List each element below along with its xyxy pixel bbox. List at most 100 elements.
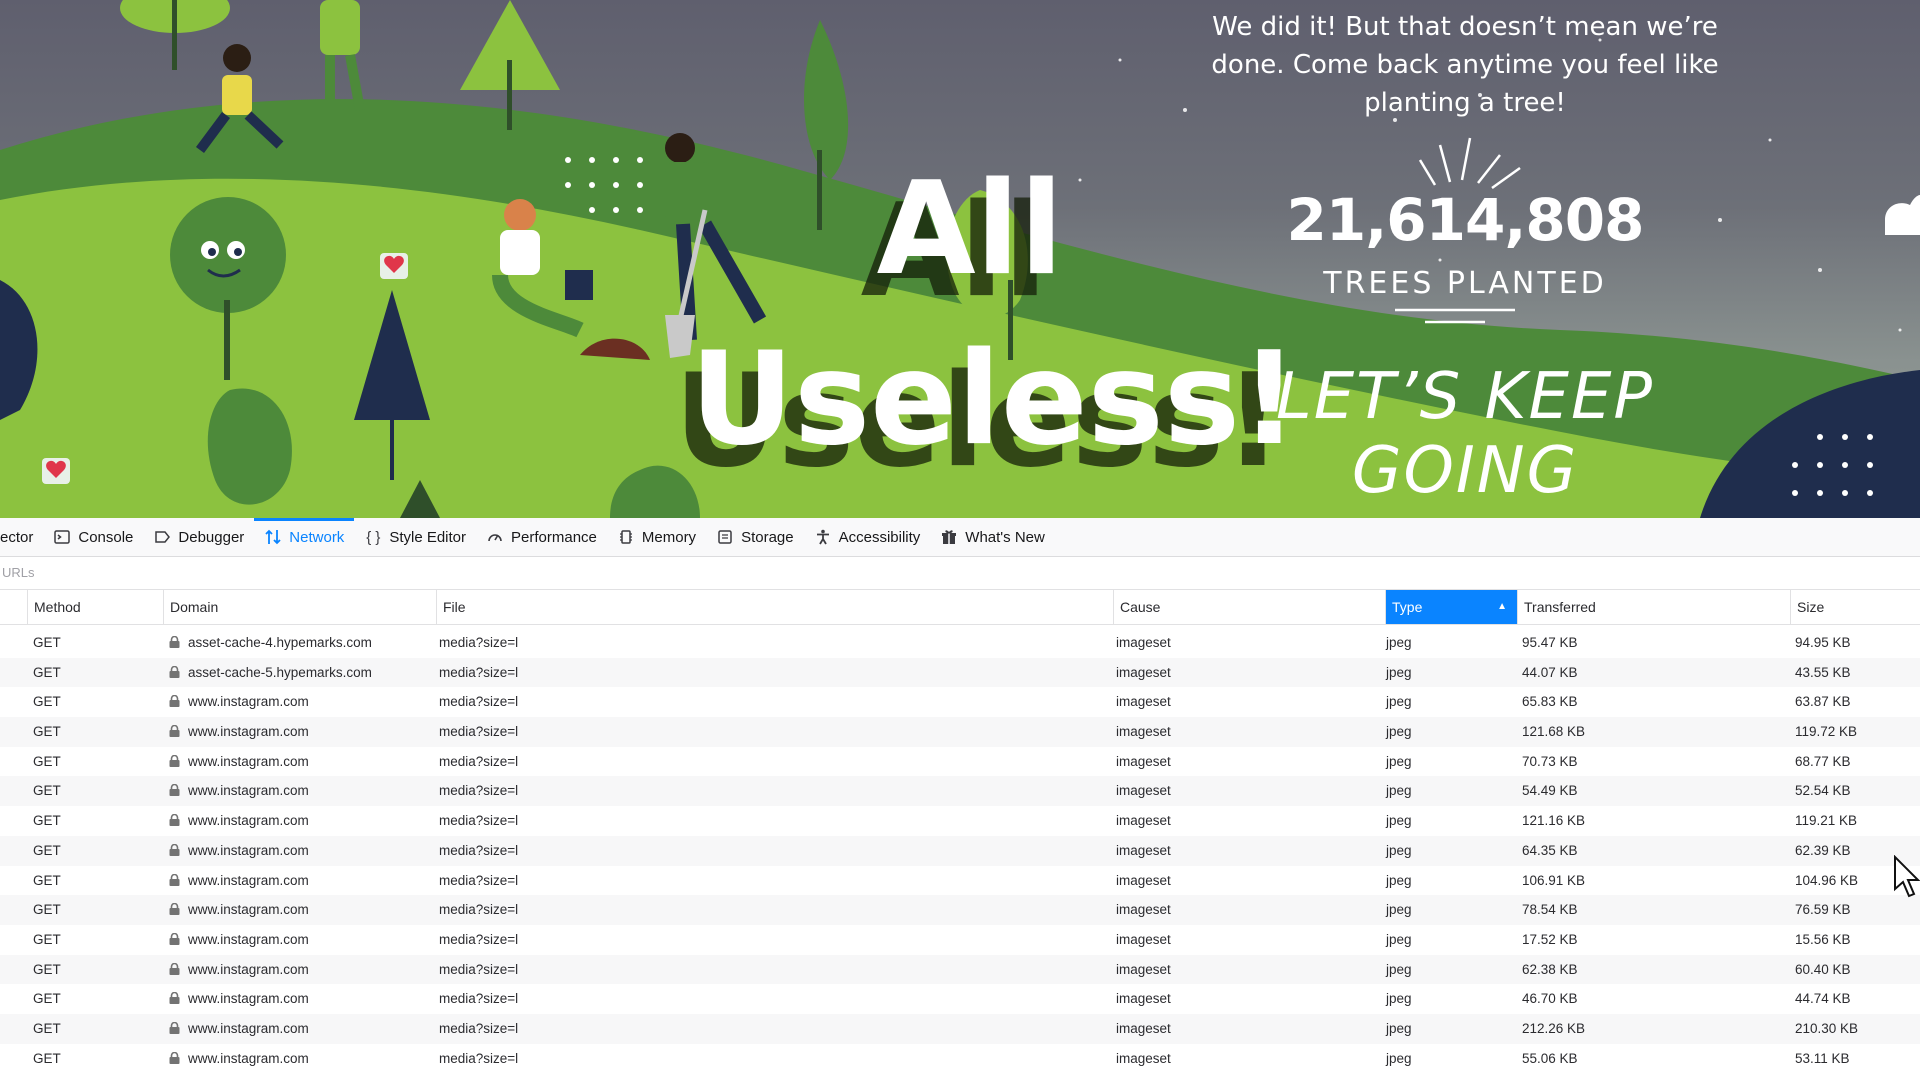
cell-method: GET bbox=[33, 925, 61, 955]
cell-domain-text: www.instagram.com bbox=[188, 961, 309, 977]
gauge-icon bbox=[486, 528, 504, 546]
cell-file-text: media?size=l bbox=[439, 724, 519, 740]
tab-label: Memory bbox=[641, 528, 697, 546]
cell-transferred-text: 70.73 KB bbox=[1522, 753, 1578, 769]
table-row[interactable]: GET www.instagram.com media?size=l imageset… bbox=[0, 717, 1920, 747]
cell-method-text: GET bbox=[33, 991, 61, 1007]
table-row[interactable]: GET www.instagram.com media?size=l imageset… bbox=[0, 806, 1920, 836]
table-row[interactable]: GET www.instagram.com media?size=l imageset… bbox=[0, 984, 1920, 1014]
tab-inspector[interactable]: ector bbox=[0, 518, 43, 556]
tab-console[interactable]: Console bbox=[43, 518, 143, 556]
tab-storage[interactable]: Storage bbox=[706, 518, 804, 556]
console-icon bbox=[53, 528, 71, 546]
table-row[interactable]: GET www.instagram.com media?size=l imageset… bbox=[0, 895, 1920, 925]
cell-type: jpeg bbox=[1386, 1014, 1412, 1044]
cell-type: jpeg bbox=[1386, 658, 1412, 688]
cell-transferred: 62.38 KB bbox=[1522, 955, 1578, 985]
tab-network[interactable]: Network bbox=[254, 518, 355, 556]
cell-type-text: jpeg bbox=[1386, 1050, 1412, 1066]
cell-file-text: media?size=l bbox=[439, 902, 519, 918]
filter-urls-input[interactable]: URLs bbox=[0, 557, 1920, 590]
cell-transferred-text: 106.91 KB bbox=[1522, 872, 1586, 888]
column-header-domain[interactable]: Domain bbox=[163, 590, 436, 624]
cell-domain-text: www.instagram.com bbox=[188, 902, 309, 918]
lock-icon bbox=[169, 665, 180, 678]
table-row[interactable]: GET www.instagram.com media?size=l imageset… bbox=[0, 835, 1920, 866]
lock-icon bbox=[169, 843, 180, 856]
overlay-line2: Useless! bbox=[690, 325, 1299, 474]
network-icon bbox=[264, 528, 282, 546]
column-header-size[interactable]: Size bbox=[1790, 590, 1920, 624]
tab-debugger[interactable]: Debugger bbox=[143, 518, 254, 556]
table-row[interactable]: GET www.instagram.com media?size=l imageset… bbox=[0, 954, 1920, 985]
table-row[interactable]: GET www.instagram.com media?size=l imageset… bbox=[0, 1044, 1920, 1074]
cell-domain-text: www.instagram.com bbox=[188, 753, 309, 769]
cell-size: 43.55 KB bbox=[1795, 658, 1851, 688]
column-header-transferred[interactable]: Transferred bbox=[1517, 590, 1790, 624]
cell-domain-text: www.instagram.com bbox=[188, 842, 309, 858]
cell-transferred-text: 95.47 KB bbox=[1522, 635, 1578, 650]
table-row[interactable]: GET www.instagram.com media?size=l imageset… bbox=[0, 866, 1920, 896]
lock-icon bbox=[169, 636, 180, 648]
cell-domain: www.instagram.com bbox=[169, 776, 309, 806]
cell-cause-text: imageset bbox=[1116, 872, 1171, 888]
cell-type-text: jpeg bbox=[1386, 783, 1412, 799]
cell-transferred-text: 121.68 KB bbox=[1522, 724, 1586, 740]
tab-label: Network bbox=[289, 528, 345, 546]
cell-size-text: 62.39 KB bbox=[1795, 842, 1851, 858]
cell-domain-text: www.instagram.com bbox=[188, 931, 309, 947]
overlay-line1: All bbox=[876, 155, 1064, 304]
table-row[interactable]: GET www.instagram.com media?size=l imageset… bbox=[0, 776, 1920, 807]
cell-size: 68.77 KB bbox=[1795, 747, 1851, 777]
cell-domain-text: www.instagram.com bbox=[188, 1020, 309, 1036]
cell-cause-text: imageset bbox=[1116, 1020, 1171, 1036]
cell-file: media?size=l bbox=[439, 1044, 518, 1074]
lock-icon bbox=[169, 725, 180, 738]
cell-cause: imageset bbox=[1116, 806, 1171, 836]
cell-size-text: 68.77 KB bbox=[1795, 753, 1851, 769]
tab-style-editor[interactable]: { } Style Editor bbox=[354, 518, 476, 556]
cell-cause: imageset bbox=[1116, 717, 1171, 747]
cell-transferred-text: 62.38 KB bbox=[1522, 961, 1578, 977]
cell-transferred-text: 55.06 KB bbox=[1522, 1050, 1578, 1066]
cell-domain: www.instagram.com bbox=[169, 806, 309, 836]
cell-domain: www.instagram.com bbox=[169, 717, 309, 747]
cell-type: jpeg bbox=[1386, 628, 1412, 658]
tab-memory[interactable]: Memory bbox=[607, 518, 706, 556]
cell-domain: www.instagram.com bbox=[169, 836, 309, 866]
table-row[interactable]: GET www.instagram.com media?size=l imageset… bbox=[0, 1013, 1920, 1044]
cell-cause: imageset bbox=[1116, 955, 1171, 985]
cell-file-text: media?size=l bbox=[439, 1020, 519, 1036]
table-row[interactable]: GET asset-cache-5.hypemarks.com media?size… bbox=[0, 657, 1920, 688]
lock-icon bbox=[169, 1021, 180, 1034]
cell-type-text: jpeg bbox=[1386, 635, 1412, 650]
gift-icon bbox=[940, 528, 958, 546]
column-header-method[interactable]: Method bbox=[27, 590, 163, 624]
column-header-cause[interactable]: Cause bbox=[1113, 590, 1385, 624]
tab-accessibility[interactable]: Accessibility bbox=[804, 518, 931, 556]
table-row[interactable]: GET www.instagram.com media?size=l imageset… bbox=[0, 925, 1920, 955]
cell-type-text: jpeg bbox=[1386, 872, 1412, 888]
cell-transferred: 54.49 KB bbox=[1522, 776, 1578, 806]
cell-domain: www.instagram.com bbox=[169, 1044, 309, 1074]
cell-transferred: 121.16 KB bbox=[1522, 806, 1585, 836]
cell-domain: www.instagram.com bbox=[169, 955, 309, 985]
table-row[interactable]: GET asset-cache-4.hypemarks.com media?size… bbox=[0, 628, 1920, 658]
cell-cause-text: imageset bbox=[1116, 1050, 1171, 1066]
cell-size-text: 53.11 KB bbox=[1795, 1050, 1850, 1066]
cell-file-text: media?size=l bbox=[439, 664, 519, 680]
cell-type: jpeg bbox=[1386, 984, 1412, 1014]
cell-size: 104.96 KB bbox=[1795, 866, 1858, 896]
lock-icon bbox=[169, 754, 180, 767]
cell-size-text: 76.59 KB bbox=[1795, 902, 1851, 918]
cell-size-text: 94.95 KB bbox=[1795, 635, 1851, 650]
tab-whats-new[interactable]: What's New bbox=[930, 518, 1055, 556]
table-row[interactable]: GET www.instagram.com media?size=l imageset… bbox=[0, 747, 1920, 777]
tab-performance[interactable]: Performance bbox=[476, 518, 607, 556]
table-row[interactable]: GET www.instagram.com media?size=l imageset… bbox=[0, 687, 1920, 717]
column-header-file[interactable]: File bbox=[436, 590, 1113, 624]
cell-size-text: 119.21 KB bbox=[1795, 813, 1858, 829]
cell-type-text: jpeg bbox=[1386, 664, 1412, 680]
cell-method: GET bbox=[33, 1014, 61, 1044]
column-header-type[interactable]: Type ▲ bbox=[1385, 590, 1517, 624]
